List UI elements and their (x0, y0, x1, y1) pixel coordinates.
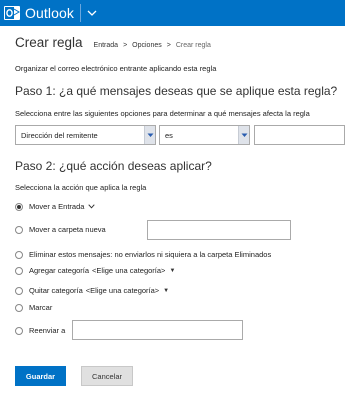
caret-down-icon[interactable]: ▼ (163, 288, 169, 294)
step1-heading: Paso 1: ¿a qué mensajes deseas que se ap… (15, 84, 338, 98)
option-label: Marcar (29, 303, 53, 312)
breadcrumb-separator: > (166, 42, 171, 49)
radio-button[interactable] (15, 225, 23, 234)
step2-heading: Paso 2: ¿qué acción deseas aplicar? (15, 159, 212, 173)
breadcrumb-entrada[interactable]: Entrada (94, 42, 119, 49)
radio-button[interactable] (15, 266, 23, 275)
step1-instruction: Selecciona entre las siguientes opciones… (15, 109, 310, 118)
page-header: Crear regla Entrada > Opciones > Crear r… (15, 35, 211, 50)
page-title: Crear regla (15, 35, 83, 50)
radio-button[interactable] (15, 326, 23, 335)
condition-operator-select[interactable]: es (159, 125, 250, 145)
option-quitar-categoria[interactable]: Quitar categoría <Elige una categoría> ▼ (15, 286, 169, 295)
dropdown-arrow-icon[interactable] (238, 126, 249, 144)
cancel-button[interactable]: Cancelar (81, 366, 133, 386)
choose-category-link[interactable]: <Elige una categoría> (86, 286, 159, 295)
breadcrumb: Entrada > Opciones > Crear regla (94, 42, 211, 49)
option-label: Mover a carpeta nueva (29, 225, 106, 234)
option-reenviar[interactable]: Reenviar a (15, 326, 65, 335)
breadcrumb-separator: > (123, 42, 128, 49)
option-marcar[interactable]: Marcar (15, 303, 52, 312)
radio-button[interactable] (15, 250, 23, 259)
dropdown-arrow-icon[interactable] (144, 126, 155, 144)
radio-button[interactable] (15, 202, 23, 211)
header-divider (79, 4, 81, 22)
chevron-down-icon[interactable] (85, 6, 99, 20)
app-name[interactable]: Outlook (25, 5, 74, 21)
choose-category-link[interactable]: <Elige una categoría> (92, 266, 165, 275)
new-folder-input[interactable] (147, 220, 291, 240)
breadcrumb-current: Crear regla (175, 42, 211, 49)
option-label: Mover a Entrada (29, 202, 85, 211)
breadcrumb-opciones[interactable]: Opciones (132, 42, 162, 49)
outlook-logo-icon[interactable] (3, 4, 21, 22)
radio-button[interactable] (15, 303, 23, 312)
option-mover-carpeta-nueva[interactable]: Mover a carpeta nueva (15, 225, 106, 234)
option-label: Quitar categoría (29, 286, 83, 295)
option-mover-entrada[interactable]: Mover a Entrada (15, 202, 96, 211)
chevron-down-icon[interactable] (88, 202, 96, 211)
option-label: Eliminar estos mensajes: no enviarlos ni… (29, 250, 272, 259)
intro-text: Organizar el correo electrónico entrante… (15, 64, 217, 73)
option-label: Reenviar a (29, 326, 66, 335)
save-button[interactable]: Guardar (15, 366, 66, 386)
condition-field-value: Dirección del remitente (21, 130, 98, 140)
option-agregar-categoria[interactable]: Agregar categoría <Elige una categoría> … (15, 266, 175, 275)
option-eliminar[interactable]: Eliminar estos mensajes: no enviarlos ni… (15, 250, 271, 259)
condition-field-select[interactable]: Dirección del remitente (15, 125, 156, 145)
caret-down-icon[interactable]: ▼ (169, 268, 175, 274)
condition-value-input[interactable] (254, 125, 345, 145)
step2-instruction: Selecciona la acción que aplica la regla (15, 183, 147, 192)
radio-button[interactable] (15, 286, 23, 295)
condition-operator-value: es (165, 130, 173, 140)
top-bar: Outlook (0, 0, 345, 26)
option-label: Agregar categoría (29, 266, 90, 275)
forward-to-input[interactable] (72, 320, 243, 340)
